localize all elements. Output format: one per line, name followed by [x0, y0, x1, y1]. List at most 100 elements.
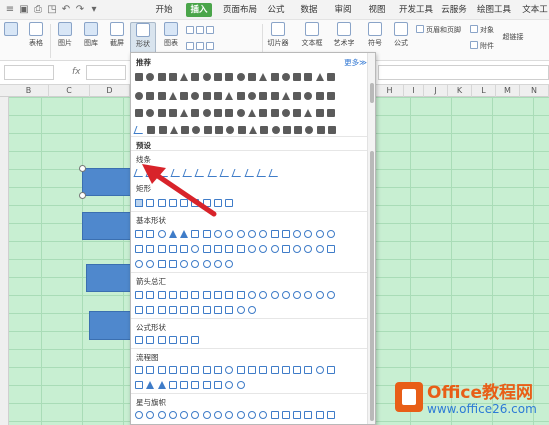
equation-shape-item[interactable]	[191, 335, 200, 344]
flowchart-shape-item[interactable]	[135, 365, 143, 374]
resize-handle[interactable]	[79, 192, 86, 199]
basic-shape-item[interactable]	[191, 259, 200, 268]
shape-item[interactable]	[215, 125, 224, 134]
basic-shape-item[interactable]	[293, 244, 302, 253]
shape-item[interactable]	[226, 125, 235, 134]
basic-shape-item[interactable]	[146, 229, 155, 238]
shape-item[interactable]	[294, 125, 303, 134]
object-button[interactable]: 对象	[470, 25, 494, 35]
basic-shape-item[interactable]	[135, 244, 143, 253]
shape-item[interactable]	[180, 108, 189, 117]
scroll-thumb[interactable]	[370, 83, 374, 103]
preview-icon[interactable]: ◳	[46, 4, 58, 16]
shape-item[interactable]	[168, 108, 177, 117]
arrow-shape-item[interactable]	[315, 290, 324, 299]
line-shape-item[interactable]	[219, 168, 232, 177]
formula-input[interactable]	[86, 65, 126, 80]
shape-item[interactable]	[327, 91, 336, 100]
flowchart-shape-item[interactable]	[191, 380, 200, 389]
line-shape-item[interactable]	[256, 168, 269, 177]
menu-icon[interactable]: ≡	[4, 4, 16, 16]
save-icon[interactable]: ▣	[18, 4, 30, 16]
basic-shape-item[interactable]	[225, 244, 234, 253]
basic-shape-item[interactable]	[180, 259, 189, 268]
flowchart-shape-item[interactable]	[236, 365, 245, 374]
attachment-button[interactable]: 附件	[470, 41, 494, 51]
arrow-shape-item[interactable]	[293, 290, 302, 299]
arrow-shape-item[interactable]	[270, 290, 279, 299]
star-shape-item[interactable]	[157, 410, 166, 419]
arrow-shape-item[interactable]	[146, 290, 155, 299]
equation-shape-item[interactable]	[180, 335, 189, 344]
star-shape-item[interactable]	[202, 410, 211, 419]
flowchart-shape-item[interactable]	[225, 365, 234, 374]
shape-item[interactable]	[259, 108, 268, 117]
shape-item[interactable]	[146, 91, 155, 100]
basic-shape-item[interactable]	[225, 229, 234, 238]
basic-shape-item[interactable]	[225, 259, 234, 268]
name-box[interactable]	[4, 65, 54, 80]
star-shape-item[interactable]	[281, 410, 290, 419]
shape-item[interactable]	[259, 72, 268, 81]
basic-shape-item[interactable]	[135, 229, 143, 238]
star-shape-item[interactable]	[293, 410, 302, 419]
pivot-button[interactable]	[2, 22, 20, 38]
flowchart-shape-item[interactable]	[225, 380, 234, 389]
redo-icon[interactable]: ↷	[74, 4, 86, 16]
column-header-k[interactable]: K	[448, 85, 472, 97]
shape-item[interactable]	[202, 91, 211, 100]
arrow-shape-item[interactable]	[157, 290, 166, 299]
flowchart-shape-item[interactable]	[180, 380, 189, 389]
basic-shape-item[interactable]	[247, 244, 256, 253]
arrow-shape-item[interactable]	[180, 305, 189, 314]
shape-item[interactable]	[135, 72, 143, 81]
chart-type-row-1[interactable]	[186, 26, 216, 35]
shape-item[interactable]	[236, 72, 245, 81]
basic-shape-item[interactable]	[247, 229, 256, 238]
flowchart-shape-item[interactable]	[135, 380, 143, 389]
arrow-shape-item[interactable]	[225, 305, 234, 314]
arrow-shape-item[interactable]	[304, 290, 313, 299]
shape-item[interactable]	[247, 91, 256, 100]
shape-item[interactable]	[181, 125, 190, 134]
star-shape-item[interactable]	[180, 410, 189, 419]
tab-drawing-tools[interactable]: 绘图工具	[474, 3, 514, 17]
arrow-shape-item[interactable]	[202, 290, 211, 299]
rectangle-shape-item[interactable]	[225, 198, 234, 207]
equation-shape-item[interactable]	[168, 335, 177, 344]
basic-shape-item[interactable]	[214, 244, 223, 253]
shape-item[interactable]	[146, 72, 155, 81]
gallery-button[interactable]: 图库	[80, 22, 102, 48]
textbox-button[interactable]: 文本框	[298, 22, 326, 48]
arrow-shape-item[interactable]	[225, 290, 234, 299]
flowchart-shape-item[interactable]	[214, 365, 223, 374]
basic-shape-item[interactable]	[236, 244, 245, 253]
shape-item[interactable]	[191, 72, 200, 81]
arrow-shape-item[interactable]	[146, 305, 155, 314]
shape-item[interactable]	[203, 125, 212, 134]
tab-developer[interactable]: 开发工具	[396, 3, 436, 17]
tab-data[interactable]: 数据	[296, 3, 322, 17]
arrow-shape-item[interactable]	[236, 305, 245, 314]
tab-home[interactable]: 开始	[150, 3, 178, 17]
shape-item[interactable]	[281, 91, 290, 100]
dropdown-icon[interactable]: ▾	[88, 4, 100, 16]
basic-shape-item[interactable]	[259, 244, 268, 253]
shape-item[interactable]	[168, 72, 177, 81]
shape-item[interactable]	[327, 72, 336, 81]
column-header-d[interactable]: D	[90, 85, 130, 97]
basic-shape-item[interactable]	[214, 259, 223, 268]
arrow-shape-item[interactable]	[135, 305, 143, 314]
flowchart-shape-item[interactable]	[293, 365, 302, 374]
arrow-shape-item[interactable]	[202, 305, 211, 314]
basic-shape-item[interactable]	[327, 244, 336, 253]
slicer-button[interactable]: 切片器	[266, 22, 290, 48]
shape-item[interactable]	[293, 72, 302, 81]
flowchart-shape-item[interactable]	[214, 380, 223, 389]
shape-item[interactable]	[180, 72, 189, 81]
equation-shape-item[interactable]	[157, 335, 166, 344]
basic-shape-item[interactable]	[214, 229, 223, 238]
shape-item[interactable]	[304, 108, 313, 117]
shape-item[interactable]	[202, 72, 211, 81]
flowchart-shape-item[interactable]	[247, 365, 256, 374]
